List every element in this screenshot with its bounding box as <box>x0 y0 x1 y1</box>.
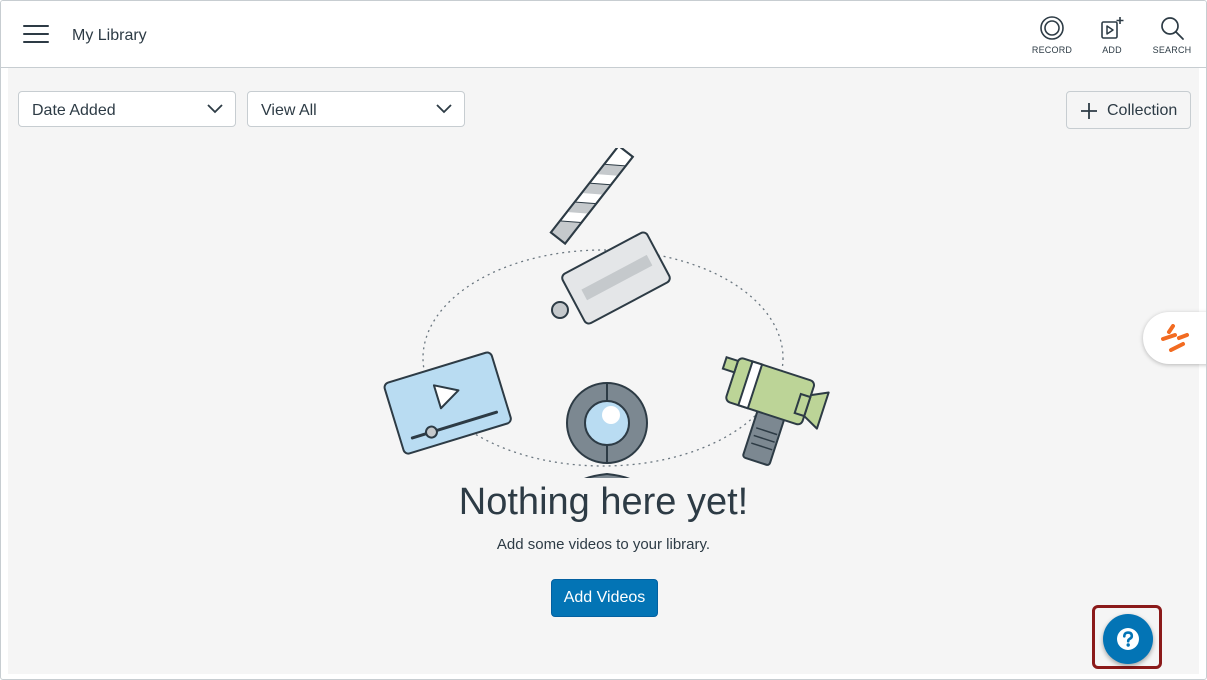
hamburger-menu-icon[interactable] <box>23 25 49 45</box>
empty-state-subtitle: Add some videos to your library. <box>496 536 711 553</box>
view-select-value: View All <box>261 102 317 119</box>
view-select[interactable]: View All <box>247 91 465 127</box>
sort-select[interactable]: Date Added <box>18 91 236 127</box>
add-collection-button[interactable]: Collection <box>1066 91 1191 129</box>
collection-label: Collection <box>1107 102 1178 119</box>
extension-logo-icon <box>1161 324 1189 352</box>
top-bar: My Library RECORD ADD SEARCH <box>1 1 1206 68</box>
empty-state-title: Nothing here yet! <box>458 481 749 523</box>
side-extension-tab[interactable] <box>1143 312 1206 364</box>
chevron-down-icon <box>207 104 223 114</box>
add-label: ADD <box>1102 45 1122 55</box>
camcorder-icon <box>721 355 830 466</box>
record-label: RECORD <box>1031 45 1073 55</box>
add-videos-button[interactable]: Add Videos <box>551 579 658 617</box>
plus-icon <box>1081 103 1097 119</box>
record-button[interactable]: RECORD <box>1022 15 1082 61</box>
record-icon <box>1040 16 1064 40</box>
app-window: My Library RECORD ADD SEARCH Date Added … <box>0 0 1207 680</box>
add-button[interactable]: ADD <box>1082 15 1142 61</box>
help-button[interactable] <box>1103 614 1153 664</box>
page-title: My Library <box>72 27 147 44</box>
search-icon <box>1161 17 1184 40</box>
chevron-down-icon <box>436 104 452 114</box>
empty-library-illustration <box>383 148 830 478</box>
sort-select-value: Date Added <box>32 102 116 119</box>
search-label: SEARCH <box>1152 45 1192 55</box>
video-player-icon <box>383 351 512 455</box>
clapperboard-icon <box>549 148 671 325</box>
webcam-icon <box>566 382 648 478</box>
library-content: Date Added View All Collection Nothing h… <box>8 68 1199 674</box>
help-question-icon <box>1117 628 1139 650</box>
add-media-icon <box>1101 17 1124 39</box>
search-button[interactable]: SEARCH <box>1142 15 1202 61</box>
